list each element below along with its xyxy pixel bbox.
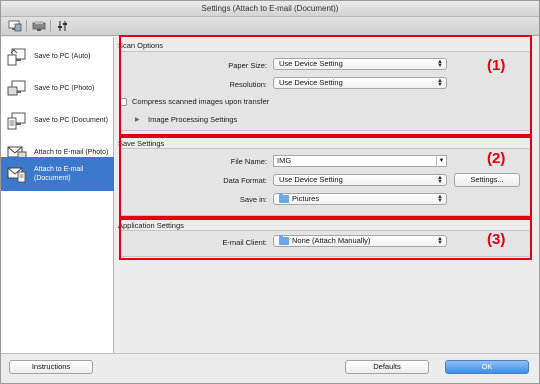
sidebar-item-save-to-pc-auto[interactable]: Save to PC (Auto) <box>1 41 114 72</box>
defaults-button[interactable]: Defaults <box>345 360 429 374</box>
instructions-button[interactable]: Instructions <box>9 360 93 374</box>
settings-content: Scan Options Paper Size: Use Device Sett… <box>115 35 539 353</box>
sidebar-item-label: Save to PC (Document) <box>34 117 108 124</box>
callout-box-3 <box>119 218 532 260</box>
sidebar-item-attach-email-document[interactable]: Attach to E-mail (Document) <box>1 157 114 191</box>
callout-box-2 <box>119 136 532 218</box>
sidebar-item-label: Save to PC (Auto) <box>34 53 91 60</box>
sidebar: Save to PC (Auto) Save to PC (Photo) Sav… <box>1 37 114 353</box>
callout-label-3: (3) <box>487 231 506 248</box>
attach-email-document-icon <box>7 167 26 183</box>
save-to-pc-auto-icon <box>7 48 26 65</box>
callout-label-2: (2) <box>487 150 506 167</box>
sidebar-item-label: Attach to E-mail (Document) <box>34 166 84 182</box>
callout-box-1 <box>119 35 532 136</box>
toolbar <box>1 17 539 36</box>
sidebar-item-save-to-pc-document[interactable]: Save to PC (Document) <box>1 105 114 136</box>
scan-from-operation-panel-icon[interactable] <box>31 19 47 33</box>
window-title: Settings (Attach to E-mail (Document)) <box>1 1 539 17</box>
callout-label-1: (1) <box>487 57 506 74</box>
footer-bar: Instructions Defaults OK <box>1 353 539 383</box>
scan-from-computer-icon[interactable] <box>7 19 23 33</box>
save-to-pc-photo-icon <box>7 80 26 95</box>
save-to-pc-document-icon <box>7 112 26 129</box>
sidebar-item-save-to-pc-photo[interactable]: Save to PC (Photo) <box>1 73 114 104</box>
sidebar-item-label: Save to PC (Photo) <box>34 85 95 92</box>
general-settings-icon[interactable] <box>55 19 71 33</box>
sidebar-item-label: Attach to E-mail (Photo) <box>34 149 109 156</box>
settings-window: Settings (Attach to E-mail (Document)) S… <box>0 0 540 384</box>
ok-button[interactable]: OK <box>445 360 529 374</box>
